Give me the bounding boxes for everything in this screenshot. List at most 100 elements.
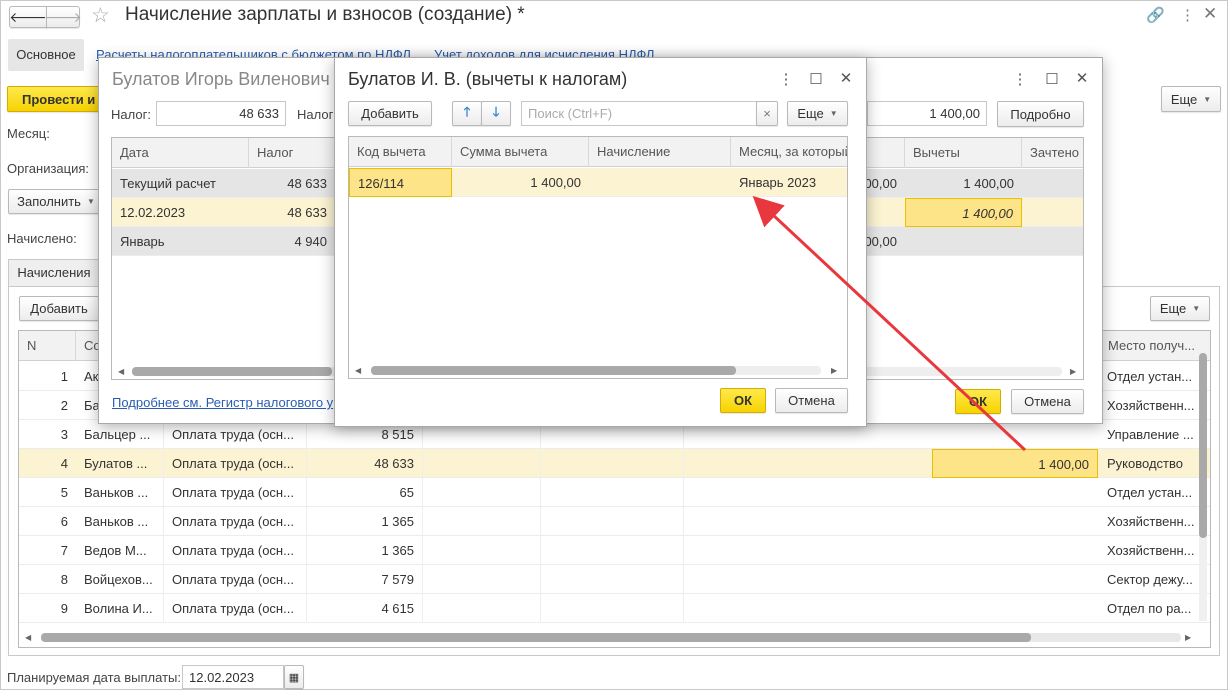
cell-month[interactable]: Январь 2023 — [731, 168, 847, 197]
chevron-down-icon: ▼ — [86, 197, 95, 206]
table-row[interactable]: 6 Ваньков ... Оплата труда (осн... 1 365 Хоз… — [19, 507, 1210, 536]
chevron-down-icon: ▼ — [1203, 94, 1212, 104]
table-row[interactable]: 7 Ведов М... Оплата труда (осн... 1 365 Хозя… — [19, 536, 1210, 565]
add-accrual-button[interactable]: Добавить — [19, 296, 99, 321]
table-row[interactable]: 4 Булатов ... Оплата труда (осн... 48 633 1 … — [19, 449, 1210, 478]
cell-empty — [423, 536, 541, 565]
more-button-accruals[interactable]: Еще ▼ — [1150, 296, 1210, 321]
col-deductions[interactable]: Вычеты — [905, 138, 1022, 168]
add-deduction-button[interactable]: Добавить — [348, 101, 432, 126]
vertical-scrollbar[interactable] — [1199, 353, 1207, 621]
star-icon[interactable]: ☆ — [91, 3, 110, 28]
vscroll-thumb[interactable] — [1199, 353, 1207, 538]
tab-accruals[interactable]: Начисления — [8, 259, 100, 287]
cell-deduction[interactable] — [932, 594, 1098, 623]
hscroll-thumb[interactable] — [132, 367, 332, 376]
close-icon[interactable]: ✕ — [1203, 4, 1217, 24]
cell-employee: Войцехов... — [76, 565, 164, 594]
cell-accrual-type: Оплата труда (осн... — [164, 536, 307, 565]
more-button-front[interactable]: Еще ▼ — [787, 101, 848, 126]
col-number[interactable]: N — [19, 331, 76, 361]
move-up-button[interactable]: 🡑 — [452, 101, 482, 126]
tax-input[interactable]: 48 633 — [156, 101, 286, 126]
details-button[interactable]: Подробно — [997, 101, 1084, 127]
maximize-icon[interactable]: ☐ — [807, 70, 825, 88]
cancel-button-front[interactable]: Отмена — [775, 388, 848, 413]
ok-label: ОК — [733, 393, 753, 408]
scroll-left-icon[interactable]: ◀ — [118, 367, 124, 376]
kebab-menu-icon[interactable]: ⋮ — [1011, 70, 1029, 88]
horizontal-scrollbar[interactable] — [371, 366, 821, 375]
cell-deduction[interactable] — [932, 420, 1098, 449]
cell-date: 12.02.2023 — [120, 205, 186, 220]
table-row[interactable]: 126/114 1 400,00 Январь 2023 — [349, 168, 847, 197]
table-row[interactable]: 5 Ваньков ... Оплата труда (осн... 65 Отдел … — [19, 478, 1210, 507]
col-deduction-code[interactable]: Код вычета — [349, 137, 452, 167]
scroll-left-icon[interactable]: ◀ — [355, 366, 361, 375]
post-button[interactable]: Провести и — [7, 86, 102, 112]
fill-button[interactable]: Заполнить ▼ — [8, 189, 104, 214]
arrow-left-icon: 🡐 — [9, 8, 47, 25]
cell-empty — [423, 594, 541, 623]
cell-deduction[interactable]: 1 400,00 — [932, 449, 1098, 478]
horizontal-scrollbar[interactable] — [41, 633, 1181, 642]
cell-employee: Волина И... — [76, 594, 164, 623]
kebab-menu-icon[interactable]: ⋮ — [1180, 6, 1195, 24]
col-accrual[interactable]: Начисление — [589, 137, 731, 167]
close-icon[interactable]: ✕ — [837, 69, 855, 87]
cell-number: 7 — [60, 543, 68, 558]
scroll-right-icon[interactable]: ▶ — [831, 366, 837, 375]
cell-deduction-code[interactable]: 126/114 — [349, 168, 452, 197]
table-row[interactable]: 8 Войцехов... Оплата труда (осн... 7 579 Сек… — [19, 565, 1210, 594]
cell-deductions[interactable]: 1 400,00 — [905, 198, 1022, 227]
tax-register-link[interactable]: Подробнее см. Регистр налогового у — [112, 395, 333, 410]
search-input[interactable]: Поиск (Ctrl+F) — [521, 101, 757, 126]
cell-deductions[interactable]: 1 400,00 — [905, 169, 1022, 198]
post-button-label: Провести и — [22, 91, 96, 107]
scroll-left-icon[interactable]: ◀ — [25, 633, 31, 642]
cell-deduction[interactable] — [932, 536, 1098, 565]
col-credited[interactable]: Зачтено — [1022, 138, 1083, 168]
add-label: Добавить — [361, 106, 419, 121]
pay-date-input[interactable]: 12.02.2023 — [182, 665, 284, 689]
scroll-right-icon[interactable]: ▶ — [1070, 367, 1076, 376]
scroll-right-icon[interactable]: ▶ — [1185, 633, 1191, 642]
hscroll-thumb[interactable] — [41, 633, 1031, 642]
cell-number: 3 — [60, 427, 68, 442]
cell-deduction[interactable] — [932, 478, 1098, 507]
col-date[interactable]: Дата — [112, 138, 249, 168]
cell-deduction[interactable] — [932, 565, 1098, 594]
col-place[interactable]: Место получ... — [1099, 331, 1199, 361]
maximize-icon[interactable]: ☐ — [1043, 70, 1061, 88]
col-month[interactable]: Месяц, за который — [731, 137, 847, 167]
cell-empty — [541, 449, 684, 478]
tab-main[interactable]: Основное — [8, 39, 84, 71]
cell-deduction-sum[interactable]: 1 400,00 — [452, 168, 589, 197]
pay-date-label: Планируемая дата выплаты: — [7, 670, 181, 685]
ok-button-middle[interactable]: ОК — [955, 389, 1001, 414]
col-tax[interactable]: Налог — [249, 138, 335, 168]
cell-accrual[interactable] — [589, 168, 731, 197]
back-button[interactable]: 🡐 — [9, 6, 47, 28]
hscroll-thumb[interactable] — [371, 366, 736, 375]
deduction-total-input[interactable]: 1 400,00 — [867, 101, 987, 126]
clear-search-button[interactable]: × — [756, 101, 778, 126]
forward-button[interactable]: 🡒 — [44, 6, 82, 28]
cell-deduction[interactable] — [932, 507, 1098, 536]
cell-place: Хозяйственн... — [1107, 543, 1195, 558]
ok-button-front[interactable]: ОК — [720, 388, 766, 413]
cancel-button-middle[interactable]: Отмена — [1011, 389, 1084, 414]
kebab-menu-icon[interactable]: ⋮ — [777, 70, 795, 88]
calendar-button[interactable]: ▦ — [284, 665, 304, 689]
table-row[interactable]: 9 Волина И... Оплата труда (осн... 4 615 Отд… — [19, 594, 1210, 623]
table-header: Код вычета Сумма вычета Начисление Месяц… — [349, 137, 847, 167]
col-deduction-sum[interactable]: Сумма вычета — [452, 137, 589, 167]
close-icon[interactable]: ✕ — [1073, 69, 1091, 87]
cell-place: Отдел по ра... — [1107, 601, 1192, 616]
cell-number: 4 — [60, 456, 68, 471]
cell-empty — [541, 594, 684, 623]
more-button-top[interactable]: Еще ▼ — [1161, 86, 1221, 112]
cell-deductions[interactable] — [905, 227, 1022, 256]
move-down-button[interactable]: 🡓 — [481, 101, 511, 126]
link-chain-icon[interactable]: 🔗 — [1146, 6, 1165, 24]
